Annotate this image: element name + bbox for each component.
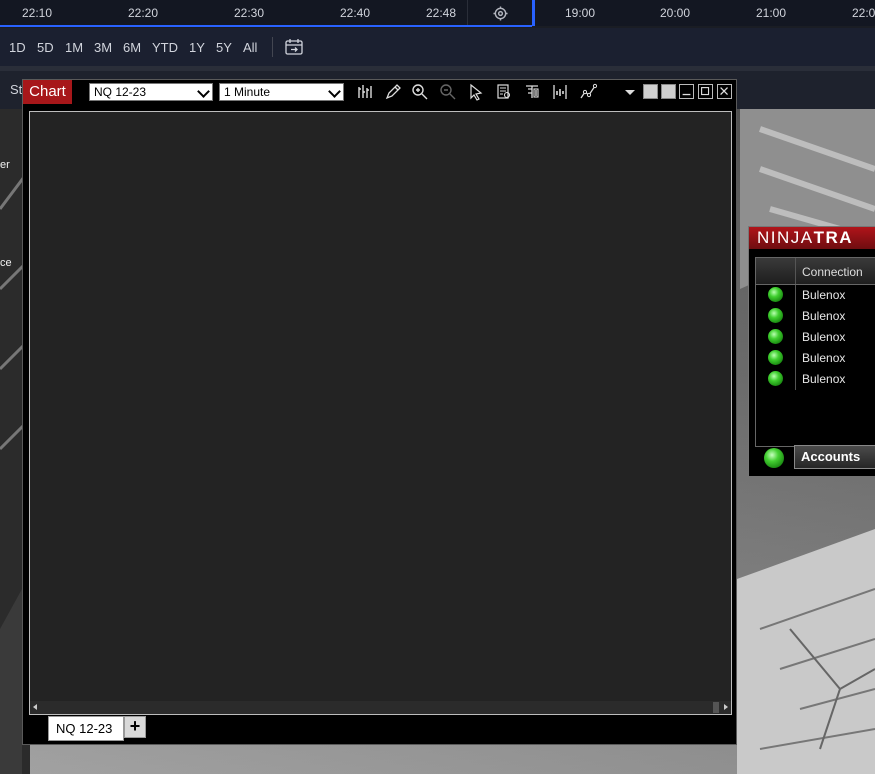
time-label: 20:00 [660,6,691,20]
chevron-down-icon [328,85,341,98]
calendar-goto-icon[interactable] [284,37,304,57]
column-divider [795,306,796,327]
desktop-label: er [0,159,10,171]
window-tile-button[interactable] [643,84,658,99]
column-divider [795,348,796,369]
time-label: 22:10 [22,6,53,20]
chart-tab[interactable]: NQ 12-23 [48,716,124,741]
range-button-1y[interactable]: 1Y [189,40,205,55]
range-button-5d[interactable]: 5D [37,40,54,55]
instrument-value: NQ 12-23 [94,85,147,99]
range-button-3m[interactable]: 3M [94,40,112,55]
toolbar-separator [272,37,273,57]
interval-value: 1 Minute [224,85,271,99]
range-button-1m[interactable]: 1M [65,40,83,55]
indicators-icon[interactable] [579,83,597,101]
column-divider [795,327,796,348]
settings-icon[interactable] [493,6,508,21]
dropdown-menu-icon[interactable] [624,87,636,97]
column-divider [795,369,796,390]
pencil-icon[interactable] [384,83,402,101]
time-label: 22:0 [852,6,875,20]
instrument-selector[interactable]: NQ 12-23 [89,83,213,101]
add-tab-button[interactable]: + [124,716,146,738]
connected-status-icon [768,350,783,365]
desktop-label: ce [0,257,12,269]
connection-row[interactable]: Bulenox [756,369,875,390]
zoom-in-icon[interactable] [411,83,429,101]
range-button-1d[interactable]: 1D [9,40,26,55]
data-box-icon[interactable] [495,83,513,101]
connections-header: Connection [756,258,875,285]
chevron-down-icon [197,85,210,98]
minimize-icon[interactable] [679,84,694,99]
time-label: 22:48 [426,6,457,20]
control-center-window: NINJATRA Connection Bulenox Bulenox Bule… [748,226,875,476]
time-label: 22:20 [128,6,159,20]
connection-name: Bulenox [802,288,846,302]
connected-status-icon [768,308,783,323]
ninjatrader-logo: NINJATRA [749,227,875,249]
interval-selector[interactable]: 1 Minute [219,83,344,101]
axis-divider [532,0,535,26]
column-divider [795,285,796,306]
zoom-out-icon[interactable] [439,83,457,101]
chart-plot-area[interactable] [29,111,732,715]
connections-table: Connection Bulenox Bulenox Bulenox Bulen… [755,257,875,447]
range-button-5y[interactable]: 5Y [216,40,232,55]
column-divider [795,258,796,284]
logo-suffix: TRA [813,228,854,247]
connected-status-icon [768,371,783,386]
properties-icon[interactable] [523,83,541,101]
accounts-tab[interactable]: Accounts [794,445,875,469]
connection-row[interactable]: Bulenox [756,285,875,306]
connected-status-icon [768,287,783,302]
connected-status-icon [768,329,783,344]
connection-row[interactable]: Bulenox [756,306,875,327]
connection-column-header[interactable]: Connection [802,265,863,279]
range-button-ytd[interactable]: YTD [152,40,178,55]
scroll-right-icon[interactable] [724,704,728,710]
cursor-icon[interactable] [467,83,485,101]
connection-row[interactable]: Bulenox [756,327,875,348]
connection-name: Bulenox [802,351,846,365]
chart-trader-icon[interactable] [551,83,569,101]
window-link-button[interactable] [661,84,676,99]
time-label: 22:40 [340,6,371,20]
connection-name: Bulenox [802,309,846,323]
scroll-thumb[interactable] [713,702,719,713]
chart-window: Chart NQ 12-23 1 Minute NQ 12-23 + [22,79,737,745]
time-label: 19:00 [565,6,596,20]
connection-name: Bulenox [802,330,846,344]
scroll-left-icon[interactable] [33,704,37,710]
time-label: 21:00 [756,6,787,20]
maximize-icon[interactable] [698,84,713,99]
chart-title: Chart [23,80,72,104]
time-label: 22:30 [234,6,265,20]
overall-status-icon [764,448,784,468]
time-axis[interactable]: 22:10 22:20 22:30 22:40 22:48 19:00 20:0… [0,0,875,27]
range-toolbar: 1D 5D 1M 3M 6M YTD 1Y 5Y All [0,28,875,66]
logo-prefix: NINJA [757,228,814,247]
close-icon[interactable] [717,84,732,99]
horizontal-scrollbar[interactable] [30,701,731,714]
connection-row[interactable]: Bulenox [756,348,875,369]
bar-type-icon[interactable] [356,83,374,101]
range-button-6m[interactable]: 6M [123,40,141,55]
range-button-all[interactable]: All [243,40,257,55]
axis-separator [467,0,468,25]
connection-name: Bulenox [802,372,846,386]
clipped-label: St [10,82,23,97]
